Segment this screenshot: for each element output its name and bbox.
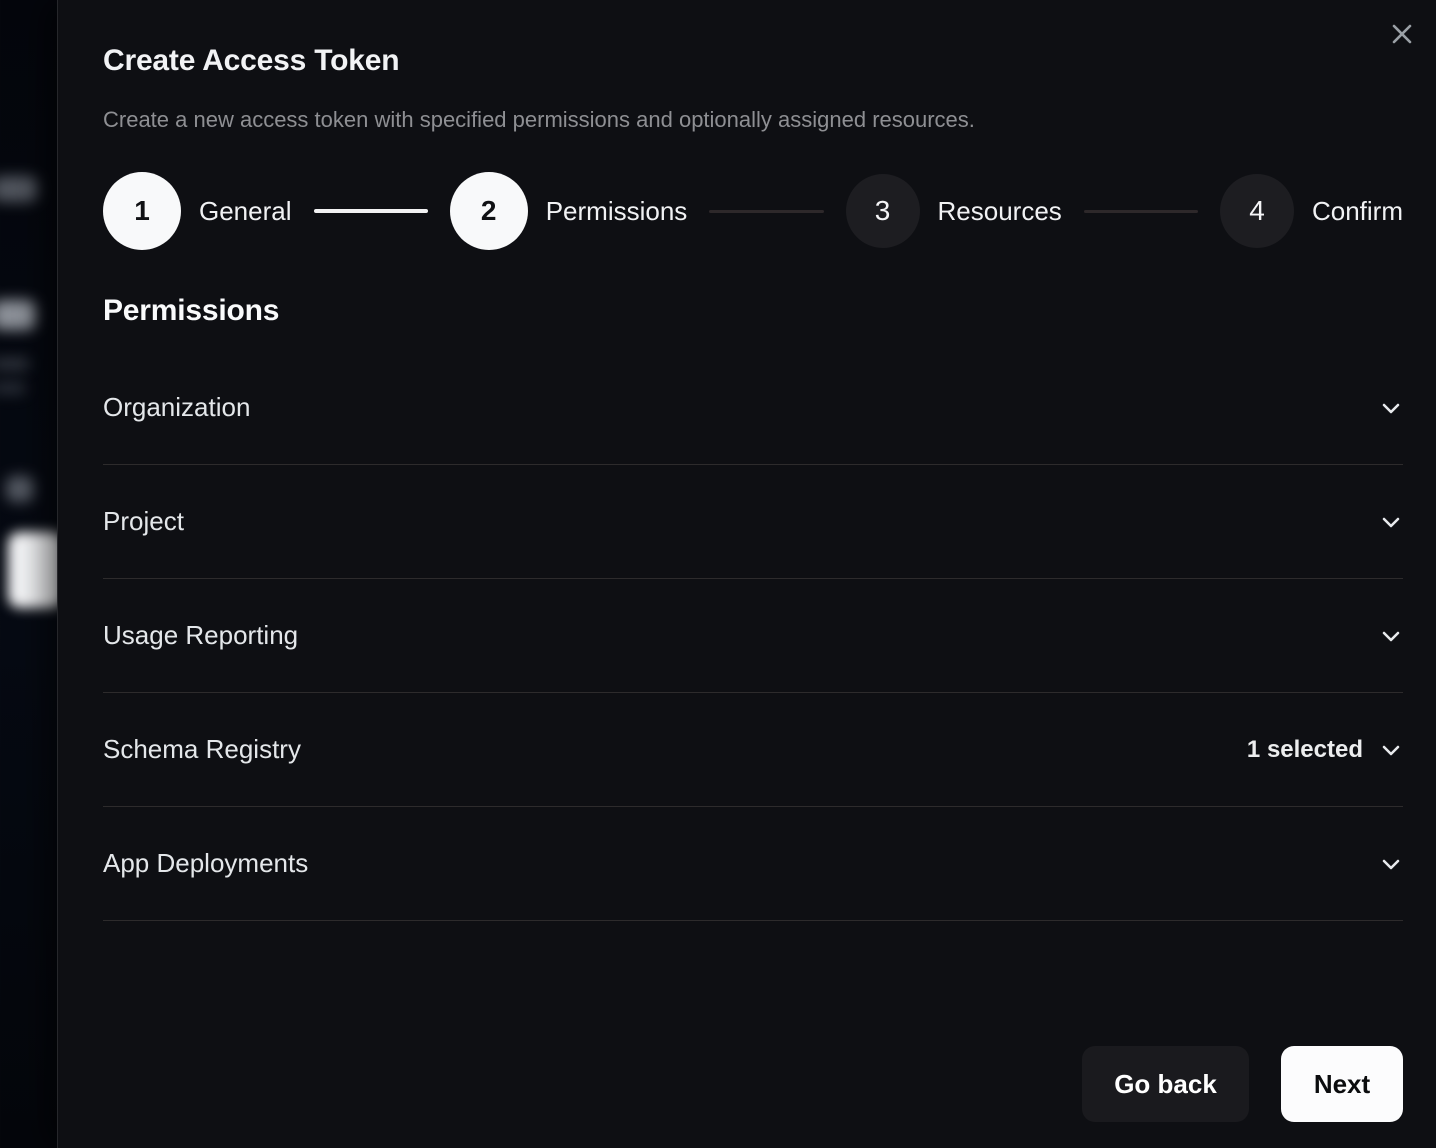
accordion-label: Schema Registry bbox=[103, 734, 301, 765]
step-label: Resources bbox=[938, 196, 1062, 227]
accordion-label: Organization bbox=[103, 392, 250, 423]
accordion-label: Project bbox=[103, 506, 184, 537]
step-general[interactable]: 1 General bbox=[103, 172, 292, 250]
step-number-badge: 4 bbox=[1220, 174, 1294, 248]
step-confirm[interactable]: 4 Confirm bbox=[1220, 174, 1403, 248]
blurred-nav-item bbox=[0, 176, 38, 202]
step-connector bbox=[709, 210, 823, 213]
step-permissions[interactable]: 2 Permissions bbox=[450, 172, 688, 250]
step-connector bbox=[1084, 210, 1198, 213]
step-number-badge: 2 bbox=[450, 172, 528, 250]
permissions-accordion: Organization Project Usage Reporting bbox=[103, 351, 1403, 921]
step-resources[interactable]: 3 Resources bbox=[846, 174, 1062, 248]
step-label: Confirm bbox=[1312, 196, 1403, 227]
step-label: General bbox=[199, 196, 292, 227]
accordion-label: Usage Reporting bbox=[103, 620, 298, 651]
accordion-row-schema-registry[interactable]: Schema Registry 1 selected bbox=[103, 693, 1403, 807]
chevron-down-icon bbox=[1379, 624, 1403, 648]
accordion-label: App Deployments bbox=[103, 848, 308, 879]
close-icon[interactable] bbox=[1386, 18, 1418, 50]
accordion-row-app-deployments[interactable]: App Deployments bbox=[103, 807, 1403, 921]
blurred-text-line bbox=[0, 358, 30, 370]
blurred-nav-item bbox=[0, 300, 36, 330]
go-back-button[interactable]: Go back bbox=[1082, 1046, 1249, 1122]
step-number-badge: 1 bbox=[103, 172, 181, 250]
permissions-heading: Permissions bbox=[103, 294, 1403, 328]
step-label: Permissions bbox=[546, 196, 688, 227]
accordion-row-project[interactable]: Project bbox=[103, 465, 1403, 579]
accordion-row-usage-reporting[interactable]: Usage Reporting bbox=[103, 579, 1403, 693]
chevron-down-icon bbox=[1379, 396, 1403, 420]
step-connector bbox=[314, 209, 428, 213]
selected-count-badge: 1 selected bbox=[1247, 736, 1363, 764]
blurred-white-card bbox=[8, 532, 57, 608]
step-number-badge: 3 bbox=[846, 174, 920, 248]
blurred-icon bbox=[6, 476, 34, 502]
chevron-down-icon bbox=[1379, 738, 1403, 762]
modal-footer: Go back Next bbox=[1082, 1046, 1403, 1122]
next-button[interactable]: Next bbox=[1281, 1046, 1403, 1122]
chevron-down-icon bbox=[1379, 510, 1403, 534]
create-access-token-modal: Create Access Token Create a new access … bbox=[57, 0, 1436, 1148]
background-page bbox=[0, 0, 57, 1148]
accordion-row-organization[interactable]: Organization bbox=[103, 351, 1403, 465]
blurred-text-line bbox=[0, 382, 26, 394]
modal-subtitle: Create a new access token with specified… bbox=[103, 106, 1403, 134]
wizard-stepper: 1 General 2 Permissions 3 Resources 4 Co… bbox=[103, 172, 1403, 250]
chevron-down-icon bbox=[1379, 852, 1403, 876]
page-title: Create Access Token bbox=[103, 42, 1403, 80]
